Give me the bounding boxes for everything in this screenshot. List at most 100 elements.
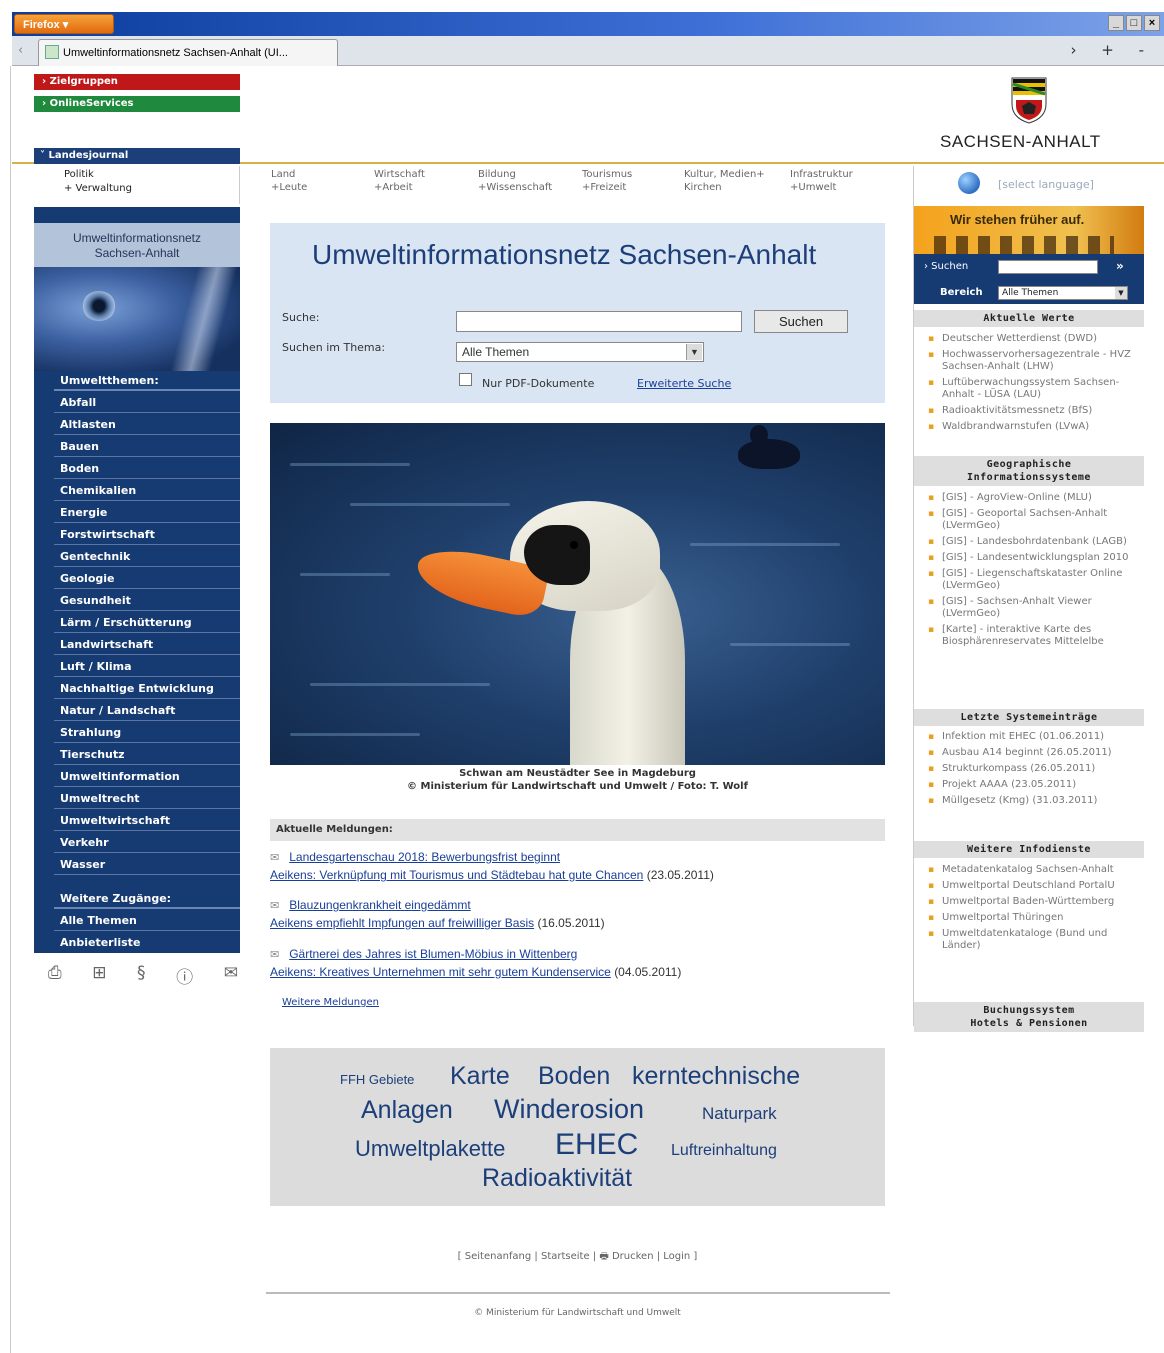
topnav-tourismus[interactable]: Tourismus +Freizeit (582, 168, 632, 194)
tag-naturpark[interactable]: Naturpark (702, 1104, 777, 1124)
landesjournal-menu[interactable]: ˅ Landesjournal (34, 148, 240, 164)
list-item[interactable]: Luftüberwachungssystem Sachsen-Anhalt - … (926, 377, 1144, 401)
nav-item-luft-klima[interactable]: Luft / Klima (54, 655, 240, 677)
list-item[interactable]: Strukturkompass (26.05.2011) (926, 763, 1144, 775)
tag-umweltplakette[interactable]: Umweltplakette (355, 1136, 505, 1162)
nav-item-bauen[interactable]: Bauen (54, 435, 240, 457)
nav-item-laerm[interactable]: Lärm / Erschütterung (54, 611, 240, 633)
nav-item-gesundheit[interactable]: Gesundheit (54, 589, 240, 611)
list-item[interactable]: Infektion mit EHEC (01.06.2011) (926, 731, 1144, 743)
list-item[interactable]: Umweltdatenkataloge (Bund und Länder) (926, 928, 1144, 952)
onlineservices-menu[interactable]: › OnlineServices (34, 96, 240, 112)
tab-scroll-left-icon[interactable]: ‹ (18, 43, 23, 58)
verwaltung-link[interactable]: + Verwaltung (64, 182, 209, 196)
list-item[interactable]: Ausbau A14 beginnt (26.05.2011) (926, 747, 1144, 759)
news-title-link[interactable]: Landesgartenschau 2018: Bewerbungsfrist … (289, 850, 560, 864)
nav-item-landwirtschaft[interactable]: Landwirtschaft (54, 633, 240, 655)
nav-item-altlasten[interactable]: Altlasten (54, 413, 240, 435)
search-button[interactable]: Suchen (754, 310, 848, 333)
tag-ffh-gebiete[interactable]: FFH Gebiete (340, 1072, 414, 1087)
zielgruppen-menu[interactable]: › Zielgruppen (34, 74, 240, 90)
list-item[interactable]: Müllgesetz (Kmg) (31.03.2011) (926, 795, 1144, 807)
site-search-go-button[interactable]: » (1116, 259, 1124, 273)
theme-select[interactable]: Alle Themen ▼ (456, 342, 704, 362)
firefox-menu-button[interactable]: Firefox ▾ (14, 14, 114, 34)
nav-item-wasser[interactable]: Wasser (54, 853, 240, 875)
help-icon[interactable]: ⓘ (176, 963, 193, 988)
nav-item-gentechnik[interactable]: Gentechnik (54, 545, 240, 567)
nav-item-natur-landschaft[interactable]: Natur / Landschaft (54, 699, 240, 721)
nav-item-umweltwirtschaft[interactable]: Umweltwirtschaft (54, 809, 240, 831)
nav-item-strahlung[interactable]: Strahlung (54, 721, 240, 743)
site-search-input[interactable] (998, 260, 1098, 274)
brand-name[interactable]: SACHSEN-ANHALT (940, 132, 1101, 152)
list-item[interactable]: [GIS] - Landesbohrdatenbank (LAGB) (926, 536, 1144, 548)
nav-item-abfall[interactable]: Abfall (54, 391, 240, 413)
chevron-down-icon[interactable]: ▼ (686, 344, 702, 360)
booking-heading[interactable]: Buchungssystem Hotels & Pensionen (914, 1002, 1144, 1032)
nav-item-nachhaltige-entwicklung[interactable]: Nachhaltige Entwicklung (54, 677, 240, 699)
nav-item-geologie[interactable]: Geologie (54, 567, 240, 589)
list-item[interactable]: Radioaktivitätsmessnetz (BfS) (926, 405, 1144, 417)
close-button[interactable]: × (1144, 15, 1160, 31)
news-sub-link[interactable]: Aeikens: Kreatives Unternehmen mit sehr … (270, 965, 611, 979)
news-sub-link[interactable]: Aeikens empfiehlt Impfungen auf freiwill… (270, 916, 534, 930)
tag-radioaktivitaet[interactable]: Radioaktivität (482, 1164, 632, 1193)
tag-boden[interactable]: Boden (538, 1062, 610, 1091)
list-item[interactable]: Umweltportal Deutschland PortalU (926, 880, 1144, 892)
list-item[interactable]: [GIS] - AgroView-Online (MLU) (926, 492, 1144, 504)
minimize-button[interactable]: _ (1108, 15, 1124, 31)
nav-item-energie[interactable]: Energie (54, 501, 240, 523)
topnav-bildung[interactable]: Bildung +Wissenschaft (478, 168, 552, 194)
list-item[interactable]: Waldbrandwarnstufen (LVwA) (926, 421, 1144, 433)
tag-luftreinhaltung[interactable]: Luftreinhaltung (671, 1142, 777, 1160)
more-news-link[interactable]: Weitere Meldungen (282, 997, 379, 1008)
nav-item-umweltinformation[interactable]: Umweltinformation (54, 765, 240, 787)
search-input[interactable] (456, 311, 742, 332)
tab-actions[interactable]: › + - (1070, 41, 1154, 59)
nav-item-tierschutz[interactable]: Tierschutz (54, 743, 240, 765)
topnav-land[interactable]: Land +Leute (271, 168, 307, 194)
list-item[interactable]: Umweltportal Baden-Württemberg (926, 896, 1144, 908)
news-title-link[interactable]: Blauzungenkrankheit eingedämmt (289, 898, 470, 912)
list-item[interactable]: Projekt AAAA (23.05.2011) (926, 779, 1144, 791)
nav-item-anbieterliste[interactable]: Anbieterliste (54, 931, 240, 953)
nav-item-forstwirtschaft[interactable]: Forstwirtschaft (54, 523, 240, 545)
nav-item-verkehr[interactable]: Verkehr (54, 831, 240, 853)
campaign-banner[interactable]: Wir stehen früher auf. (914, 206, 1144, 254)
section-title[interactable]: Umweltinformationsnetz Sachsen-Anhalt (34, 223, 240, 271)
advanced-search-link[interactable]: Erweiterte Suche (637, 377, 731, 390)
list-item[interactable]: Hochwasservorhersagezentrale - HVZ Sachs… (926, 349, 1144, 373)
nav-item-chemikalien[interactable]: Chemikalien (54, 479, 240, 501)
nav-item-umweltrecht[interactable]: Umweltrecht (54, 787, 240, 809)
nav-item-alle-themen[interactable]: Alle Themen (54, 909, 240, 931)
topnav-infrastruktur[interactable]: Infrastruktur +Umwelt (790, 168, 853, 194)
list-item[interactable]: [GIS] - Landesentwicklungsplan 2010 (926, 552, 1144, 564)
list-item[interactable]: Umweltportal Thüringen (926, 912, 1144, 924)
news-sub-link[interactable]: Aeikens: Verknüpfung mit Tourismus und S… (270, 868, 643, 882)
pdf-only-checkbox[interactable] (459, 373, 472, 386)
tag-winderosion[interactable]: Winderosion (494, 1094, 644, 1125)
list-item[interactable]: [GIS] - Sachsen-Anhalt Viewer (LVermGeo) (926, 596, 1144, 620)
footer-links[interactable]: [ Seitenanfang | Startseite | 🖶 Drucken … (270, 1249, 885, 1266)
list-item[interactable]: [GIS] - Geoportal Sachsen-Anhalt (LVermG… (926, 508, 1144, 532)
list-item[interactable]: [Karte] - interaktive Karte des Biosphär… (926, 624, 1144, 648)
nav-item-boden[interactable]: Boden (54, 457, 240, 479)
chevron-down-icon[interactable]: ▼ (1115, 287, 1127, 299)
topnav-kultur[interactable]: Kultur, Medien+ Kirchen (684, 168, 765, 194)
news-title-link[interactable]: Gärtnerei des Jahres ist Blumen-Möbius i… (289, 947, 577, 961)
tag-karte[interactable]: Karte (450, 1062, 510, 1091)
language-selector[interactable]: [select language] (914, 168, 1144, 202)
tag-anlagen[interactable]: Anlagen (361, 1096, 453, 1125)
paragraph-icon[interactable]: § (137, 963, 146, 988)
area-select[interactable]: Alle Themen ▼ (998, 286, 1128, 300)
list-item[interactable]: Metadatenkatalog Sachsen-Anhalt (926, 864, 1144, 876)
topnav-wirtschaft[interactable]: Wirtschaft +Arbeit (374, 168, 425, 194)
politik-link[interactable]: Politik (64, 168, 209, 182)
tag-kerntechnische[interactable]: kerntechnische (632, 1062, 800, 1091)
browser-tab[interactable]: Umweltinformationsnetz Sachsen-Anhalt (U… (38, 39, 338, 66)
list-item[interactable]: Deutscher Wetterdienst (DWD) (926, 333, 1144, 345)
list-item[interactable]: [GIS] - Liegenschaftskataster Online (LV… (926, 568, 1144, 592)
print-icon[interactable]: ⎙ (48, 963, 62, 988)
tag-ehec[interactable]: EHEC (555, 1128, 638, 1162)
